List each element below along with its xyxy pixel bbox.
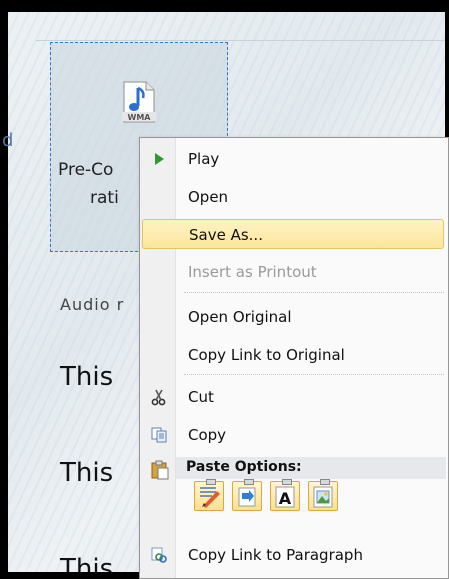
paste-merge-formatting-button[interactable] xyxy=(232,479,262,511)
merge-formatting-icon xyxy=(238,487,256,507)
menu-item-copy[interactable]: Copy xyxy=(142,420,444,450)
copy-icon xyxy=(151,427,167,443)
menu-item-save-as[interactable]: Save As... xyxy=(142,219,444,249)
menu-item-label: Copy Link to Paragraph xyxy=(188,546,363,564)
paste-picture-icon xyxy=(313,486,333,508)
text-only-glyph: A xyxy=(279,489,292,508)
menu-item-copy-link-to-paragraph[interactable]: Copy Link to Paragraph xyxy=(142,540,444,570)
wma-file-icon[interactable]: WMA xyxy=(118,80,160,124)
paste-icon xyxy=(151,460,169,480)
menu-item-copy-link-to-original[interactable]: Copy Link to Original xyxy=(142,340,444,370)
audio-caption: Audio r xyxy=(60,295,125,314)
menu-item-label: Cut xyxy=(188,388,214,406)
menu-item-play[interactable]: Play xyxy=(142,144,444,174)
scissors-icon xyxy=(151,389,166,406)
menu-item-insert-as-printout: Insert as Printout xyxy=(142,257,444,287)
menu-item-label: Copy xyxy=(188,426,227,444)
menu-separator xyxy=(184,374,444,375)
menu-item-label: Insert as Printout xyxy=(188,263,317,281)
menu-item-open[interactable]: Open xyxy=(142,182,444,212)
body-line-3: This xyxy=(60,554,114,572)
menu-item-label: Save As... xyxy=(189,226,263,244)
paste-options-header: Paste Options: xyxy=(176,457,446,479)
paste-options-label: Paste Options: xyxy=(186,459,302,475)
menu-item-open-original[interactable]: Open Original xyxy=(142,302,444,332)
menu-item-label: Open xyxy=(188,188,229,206)
menu-item-cut[interactable]: Cut xyxy=(142,382,444,412)
paste-keep-source-formatting-button[interactable] xyxy=(194,479,224,511)
body-line-1: This xyxy=(60,362,114,392)
keep-text-only-icon: A xyxy=(275,486,295,508)
paste-picture-button[interactable] xyxy=(308,479,338,511)
menu-item-label: Open Original xyxy=(188,308,292,326)
menu-item-label: Play xyxy=(188,150,220,168)
menu-item-label: Copy Link to Original xyxy=(188,346,345,364)
page-top-rule xyxy=(36,40,445,41)
paste-keep-text-only-button[interactable]: A xyxy=(270,479,300,511)
menu-separator xyxy=(184,292,444,293)
body-line-2: This xyxy=(60,458,114,488)
link-icon xyxy=(151,547,167,563)
keep-source-formatting-icon xyxy=(200,487,220,508)
wma-label: WMA xyxy=(128,113,152,122)
file-name-line-2: rati xyxy=(90,188,119,208)
context-menu: Play Open Save As... Insert as Printout … xyxy=(139,137,449,579)
file-name-line-1: Pre-Co xyxy=(58,160,114,180)
play-icon xyxy=(155,153,164,165)
left-edge-marker: d xyxy=(2,130,14,151)
